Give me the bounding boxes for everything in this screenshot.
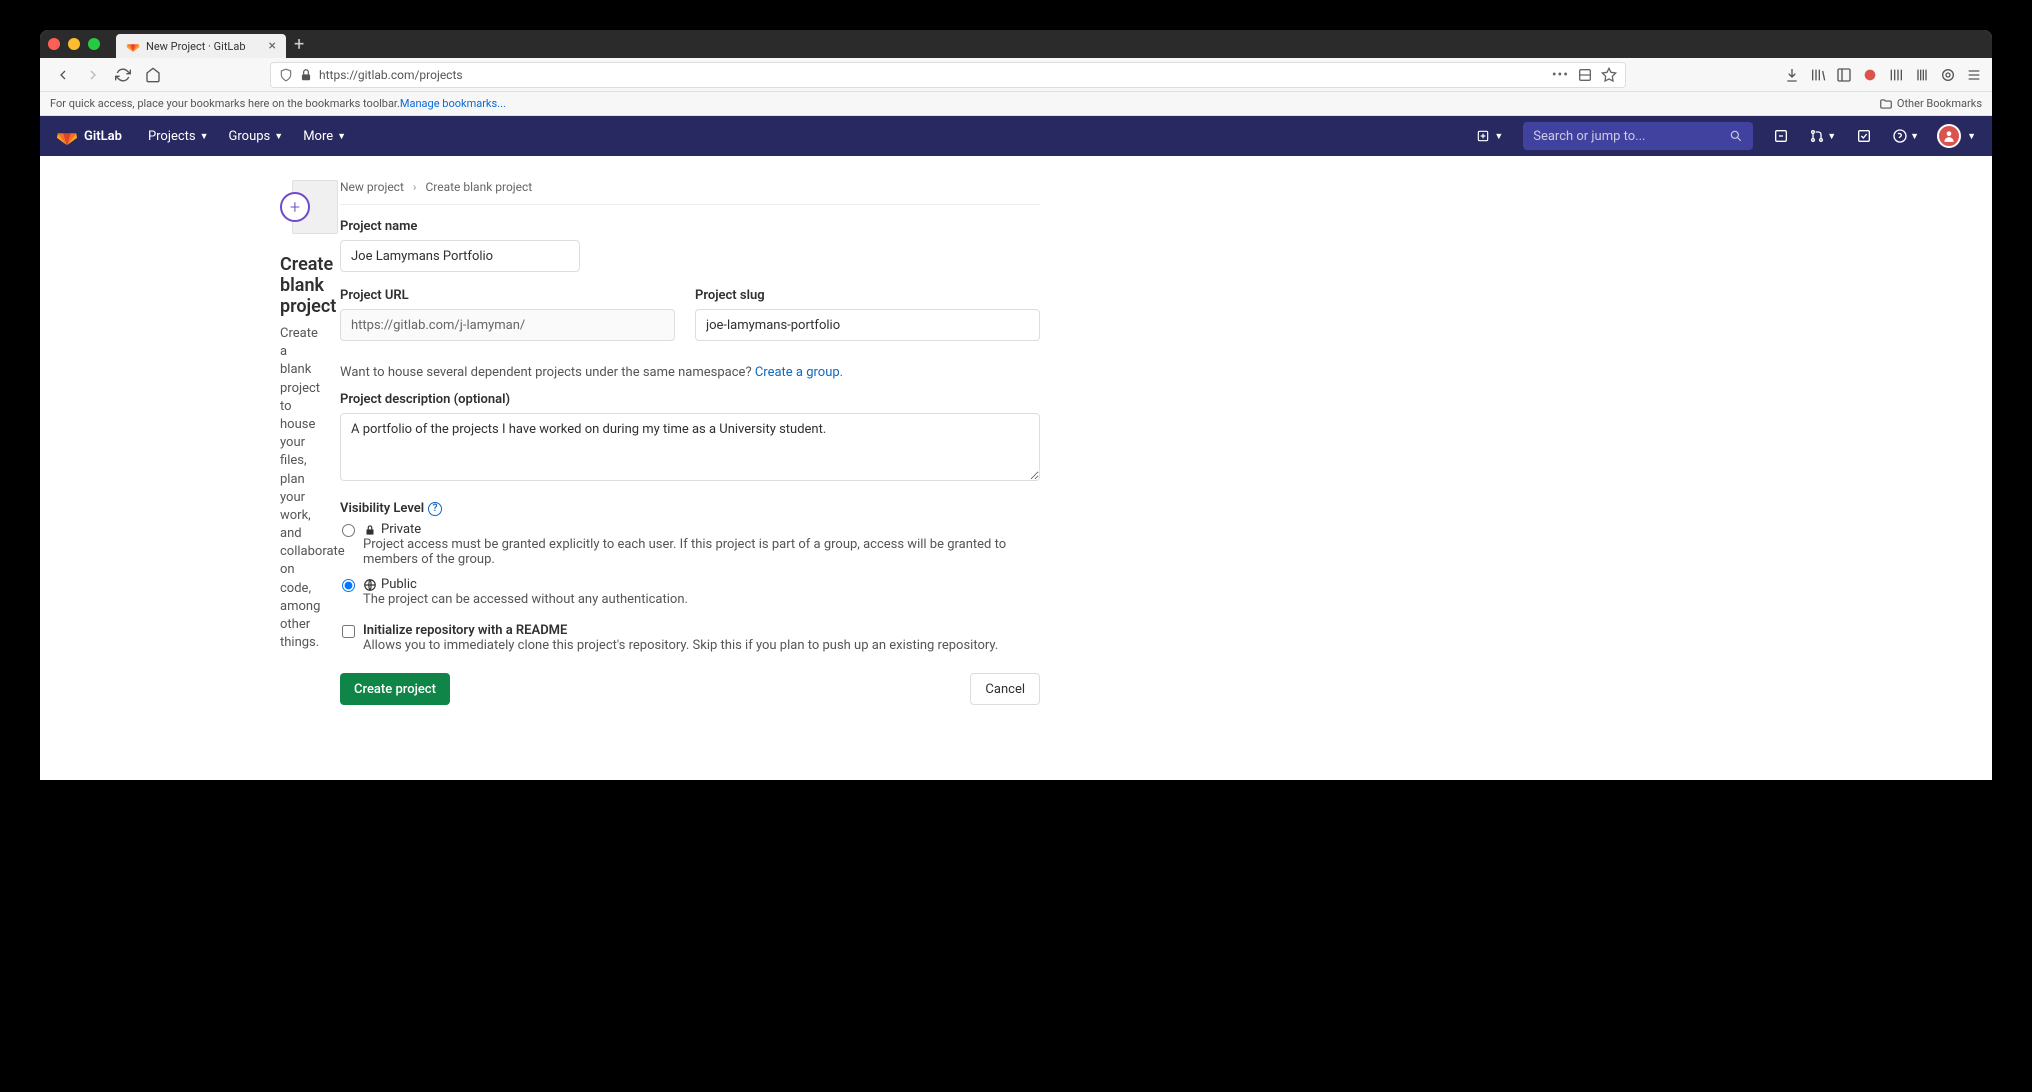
user-avatar[interactable] bbox=[1937, 124, 1961, 148]
search-icon bbox=[1729, 129, 1743, 143]
sidebar-icon[interactable] bbox=[1836, 67, 1852, 83]
nav-groups[interactable]: Groups▼ bbox=[219, 129, 294, 144]
create-project-button[interactable]: Create project bbox=[340, 673, 450, 705]
nav-create-new[interactable]: ▼ bbox=[1468, 129, 1511, 143]
close-window[interactable] bbox=[48, 38, 60, 50]
nav-projects[interactable]: Projects▼ bbox=[138, 129, 219, 144]
gitlab-favicon-icon bbox=[126, 39, 140, 53]
library-icon[interactable] bbox=[1810, 67, 1826, 83]
forward-button[interactable] bbox=[80, 62, 106, 88]
project-url-label: Project URL bbox=[340, 288, 675, 303]
window-controls bbox=[48, 38, 100, 50]
project-slug-input[interactable] bbox=[695, 309, 1040, 341]
visibility-private-radio[interactable] bbox=[342, 524, 355, 537]
plus-box-icon bbox=[1476, 129, 1490, 143]
project-desc-input[interactable] bbox=[340, 413, 1040, 481]
nav-help[interactable]: ▼ bbox=[1884, 128, 1927, 144]
bookmark-star-icon[interactable] bbox=[1601, 67, 1617, 83]
maximize-window[interactable] bbox=[88, 38, 100, 50]
breadcrumb: New project › Create blank project bbox=[340, 180, 1040, 205]
sidebar-desc: Create a blank project to house your fil… bbox=[280, 325, 300, 652]
gitlab-logo[interactable]: GitLab bbox=[56, 125, 122, 147]
nav-merge-requests[interactable]: ▼ bbox=[1801, 128, 1844, 144]
plus-circle-icon: + bbox=[280, 192, 310, 222]
project-slug-label: Project slug bbox=[695, 288, 1040, 303]
address-bar[interactable]: https://gitlab.com/projects ••• bbox=[270, 62, 1626, 88]
reload-button[interactable] bbox=[110, 62, 136, 88]
folder-icon bbox=[1879, 97, 1893, 111]
back-button[interactable] bbox=[50, 62, 76, 88]
new-tab-button[interactable]: + bbox=[294, 34, 304, 55]
nav-issues[interactable] bbox=[1765, 128, 1797, 144]
gitlab-navbar: GitLab Projects▼ Groups▼ More▼ ▼ Search … bbox=[40, 116, 1992, 156]
cancel-button[interactable]: Cancel bbox=[970, 673, 1040, 705]
url-text: https://gitlab.com/projects bbox=[319, 68, 463, 82]
create-project-illustration: + bbox=[280, 180, 338, 238]
page-actions-icon[interactable]: ••• bbox=[1552, 67, 1569, 83]
sidebar-title: Create blank project bbox=[280, 254, 300, 317]
tab-title: New Project · GitLab bbox=[146, 40, 246, 53]
namespace-hint: Want to house several dependent projects… bbox=[340, 365, 1040, 380]
breadcrumb-create-blank: Create blank project bbox=[425, 180, 532, 194]
visibility-public-radio[interactable] bbox=[342, 579, 355, 592]
search-input[interactable]: Search or jump to... bbox=[1523, 122, 1753, 150]
other-bookmarks[interactable]: Other Bookmarks bbox=[1879, 97, 1982, 111]
project-name-input[interactable] bbox=[340, 240, 580, 272]
project-url-input[interactable] bbox=[340, 309, 675, 341]
nav-more[interactable]: More▼ bbox=[293, 129, 356, 144]
visibility-label: Visibility Level bbox=[340, 501, 424, 516]
person-icon bbox=[1942, 129, 1956, 143]
bookmark-hint: For quick access, place your bookmarks h… bbox=[50, 97, 400, 110]
menu-icon[interactable] bbox=[1966, 67, 1982, 83]
lock-icon bbox=[363, 523, 377, 537]
globe-icon bbox=[363, 578, 377, 592]
download-icon[interactable] bbox=[1784, 67, 1800, 83]
home-button[interactable] bbox=[140, 62, 166, 88]
page-content: + Create blank project Create a blank pr… bbox=[40, 156, 1992, 780]
readme-checkbox[interactable] bbox=[342, 625, 355, 638]
minimize-window[interactable] bbox=[68, 38, 80, 50]
close-tab-icon[interactable]: × bbox=[269, 38, 276, 54]
extension-2-icon[interactable] bbox=[1888, 67, 1904, 83]
browser-tab[interactable]: New Project · GitLab × bbox=[116, 34, 286, 58]
bookmark-toolbar: For quick access, place your bookmarks h… bbox=[40, 92, 1992, 116]
reader-icon[interactable] bbox=[1577, 67, 1593, 83]
lock-icon bbox=[299, 68, 313, 82]
project-desc-label: Project description (optional) bbox=[340, 392, 1040, 407]
extension-3-icon[interactable] bbox=[1914, 67, 1930, 83]
breadcrumb-new-project[interactable]: New project bbox=[340, 180, 404, 194]
help-icon[interactable]: ? bbox=[428, 502, 442, 516]
extension-4-icon[interactable] bbox=[1940, 67, 1956, 83]
shield-icon bbox=[279, 68, 293, 82]
manage-bookmarks-link[interactable]: Manage bookmarks... bbox=[400, 97, 506, 110]
tab-bar: New Project · GitLab × + bbox=[40, 30, 1992, 58]
url-bar: https://gitlab.com/projects ••• bbox=[40, 58, 1992, 92]
project-name-label: Project name bbox=[340, 219, 1040, 234]
nav-todo[interactable] bbox=[1848, 128, 1880, 144]
create-group-link[interactable]: Create a group. bbox=[755, 365, 843, 380]
extension-1-icon[interactable] bbox=[1862, 67, 1878, 83]
